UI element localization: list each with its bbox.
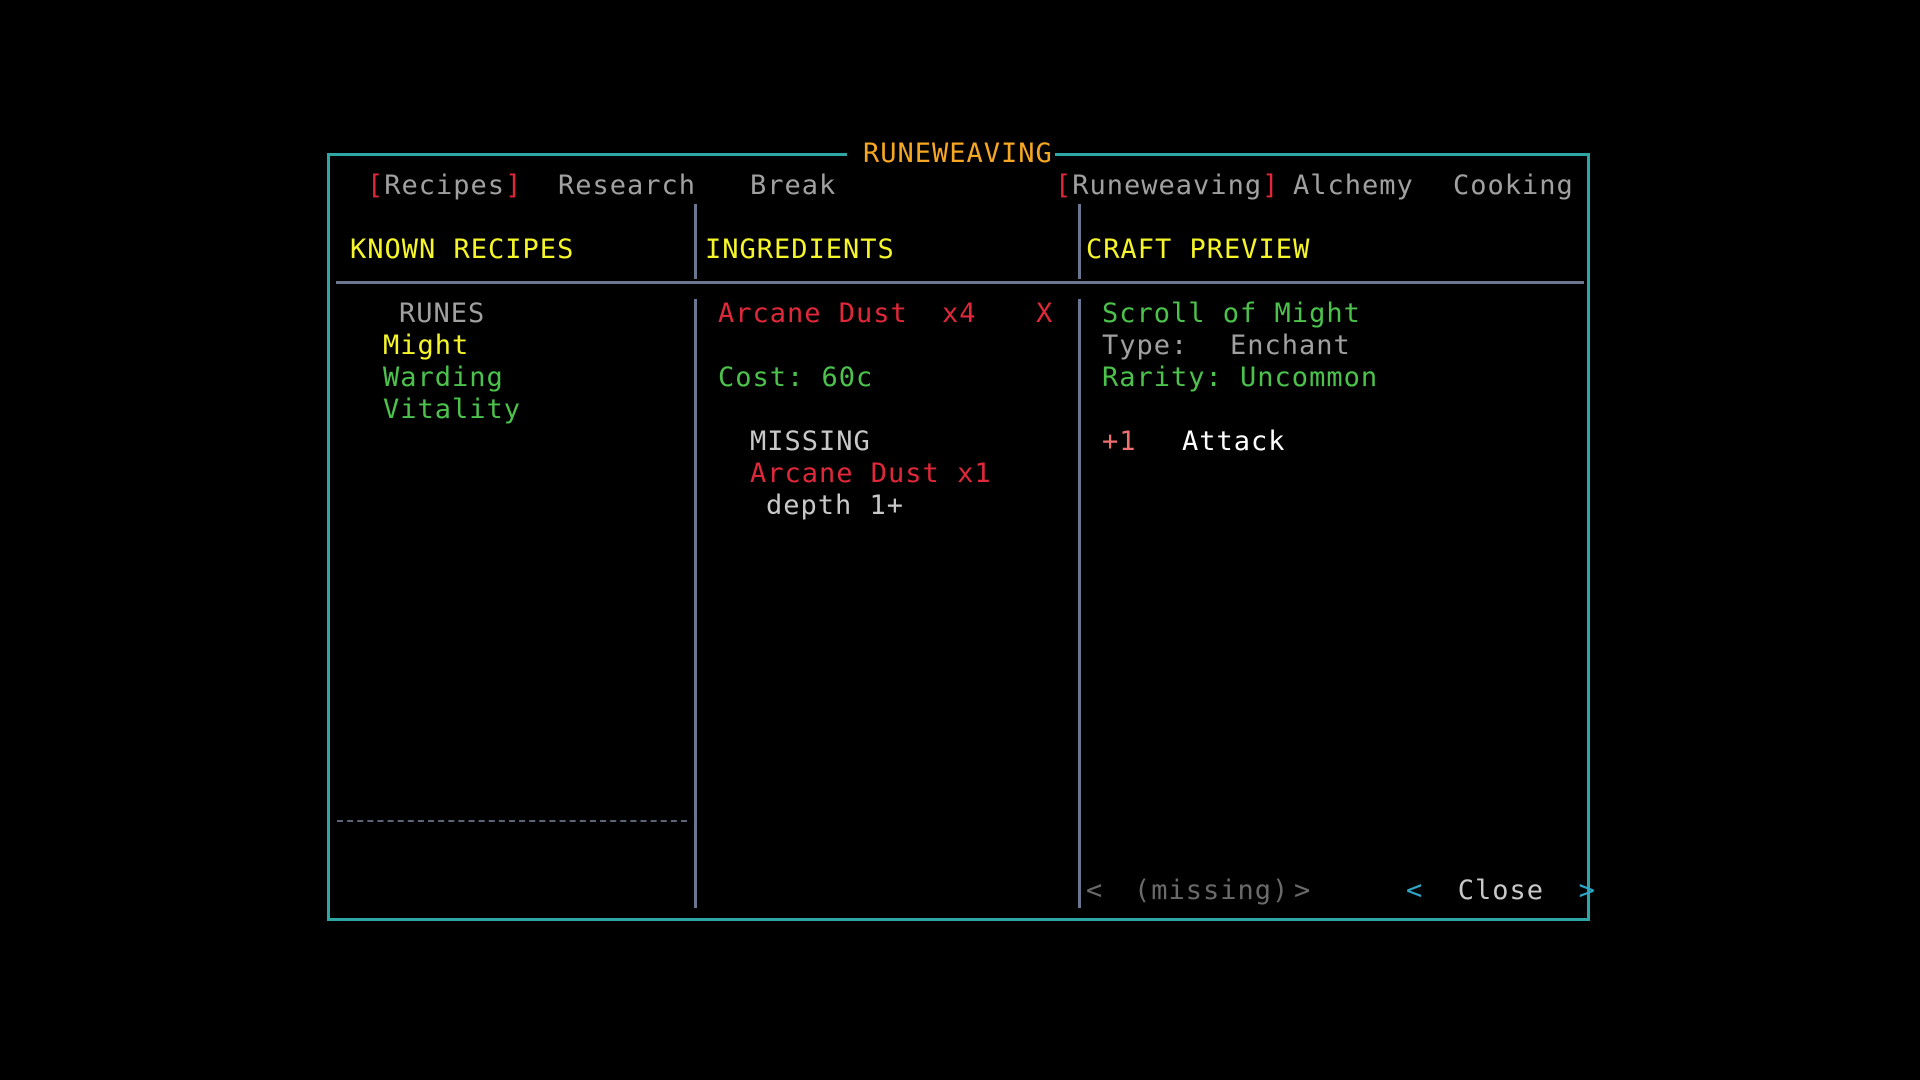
nav-next-arrow[interactable]: > bbox=[1294, 875, 1311, 907]
column-divider-2 bbox=[1078, 299, 1081, 908]
missing-header: MISSING bbox=[750, 426, 871, 457]
tab-recipes-label: Recipes bbox=[384, 170, 506, 201]
tab-alchemy[interactable]: Alchemy bbox=[1293, 170, 1414, 202]
recipe-item-warding[interactable]: Warding bbox=[383, 362, 504, 394]
close-left-chevron-icon: < bbox=[1406, 875, 1424, 906]
close-right-chevron-icon: > bbox=[1578, 875, 1596, 906]
recipe-item-vitality[interactable]: Vitality bbox=[383, 394, 521, 426]
tab-bracket-open: [ bbox=[367, 170, 385, 201]
tab-research[interactable]: Research bbox=[558, 170, 696, 202]
tab-break[interactable]: Break bbox=[750, 170, 836, 202]
craft-cost: Cost: 60c bbox=[718, 362, 874, 393]
tab-runeweaving-label: Runeweaving bbox=[1072, 170, 1263, 201]
recipes-list-divider bbox=[337, 820, 687, 822]
preview-type-value: Enchant bbox=[1230, 330, 1351, 361]
column-divider-top-2 bbox=[1078, 204, 1081, 279]
ingredient-quantity: x4 bbox=[942, 298, 977, 329]
ingredients-column-header: INGREDIENTS bbox=[705, 234, 895, 265]
preview-stat-name: Attack bbox=[1182, 426, 1286, 457]
missing-item-hint: depth 1+ bbox=[766, 490, 905, 521]
recipes-column-header: KNOWN RECIPES bbox=[350, 234, 575, 265]
column-divider-1 bbox=[694, 299, 697, 908]
close-button[interactable]: < Close > bbox=[1406, 875, 1596, 907]
preview-stat-value: +1 bbox=[1102, 426, 1137, 457]
nav-prev-arrow[interactable]: < bbox=[1086, 875, 1103, 907]
tab-recipes[interactable]: [Recipes] bbox=[367, 170, 522, 202]
tab-bracket-close: ] bbox=[1262, 170, 1280, 201]
craft-status: (missing) bbox=[1134, 875, 1290, 906]
ingredient-missing-mark: X bbox=[1036, 298, 1054, 329]
preview-rarity: Rarity: Uncommon bbox=[1102, 362, 1379, 393]
preview-type-label: Type: bbox=[1102, 330, 1189, 361]
crafting-window-frame bbox=[327, 153, 1590, 921]
header-divider bbox=[336, 281, 1584, 284]
tab-bracket-open: [ bbox=[1055, 170, 1073, 201]
preview-item-name: Scroll of Might bbox=[1102, 298, 1361, 329]
tab-runeweaving[interactable]: [Runeweaving] bbox=[1055, 170, 1279, 202]
tab-bracket-close: ] bbox=[505, 170, 523, 201]
close-button-label: Close bbox=[1457, 875, 1545, 906]
tab-cooking[interactable]: Cooking bbox=[1453, 170, 1574, 202]
missing-item: Arcane Dust x1 bbox=[750, 458, 992, 489]
recipe-category-runes: RUNES bbox=[399, 298, 486, 329]
ingredient-name: Arcane Dust bbox=[718, 298, 908, 329]
window-title: RUNEWEAVING bbox=[863, 138, 1053, 169]
column-divider-top-1 bbox=[694, 204, 697, 279]
recipe-item-might[interactable]: Might bbox=[383, 330, 469, 362]
preview-column-header: CRAFT PREVIEW bbox=[1086, 234, 1311, 265]
